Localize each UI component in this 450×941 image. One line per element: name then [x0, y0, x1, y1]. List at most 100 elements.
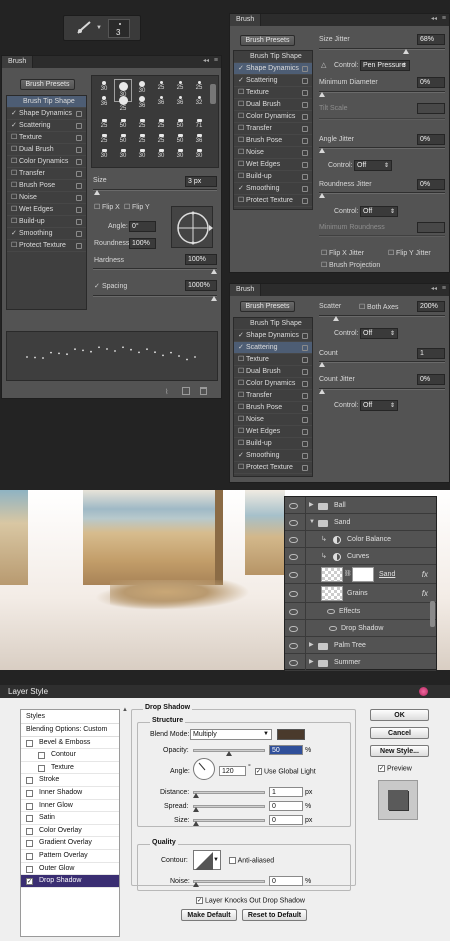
chevron-down-icon[interactable]: ▼ [96, 25, 102, 31]
visibility-eye-icon[interactable] [289, 571, 298, 578]
flip-x-jitter-checkbox[interactable]: ☐ Flip X Jitter [321, 249, 364, 257]
brush-tip-cell[interactable]: 25 [95, 132, 113, 147]
style-checkbox[interactable] [26, 827, 33, 835]
lock-icon[interactable] [302, 345, 308, 351]
layer-row[interactable]: Drop Shadow [285, 620, 436, 637]
angle-dial[interactable] [193, 758, 215, 780]
lock-icon[interactable] [302, 453, 308, 459]
lock-icon[interactable] [302, 393, 308, 399]
checkmark-icon[interactable]: ✓ [238, 75, 244, 87]
brush-option-item[interactable]: ✓ Smoothing [7, 228, 86, 240]
preview-checkbox[interactable]: ✓ Preview [378, 765, 412, 772]
brush-option-item[interactable]: ☐ Texture [234, 354, 312, 366]
brush-option-item[interactable]: ☐ Dual Brush [234, 366, 312, 378]
layers-scrollbar[interactable] [430, 601, 435, 627]
empty-checkbox-icon[interactable]: ☐ [238, 366, 244, 378]
brush-option-item[interactable]: ☐ Wet Edges [234, 426, 312, 438]
size-jitter-input[interactable]: 68% [417, 34, 445, 45]
spacing-input[interactable]: 1000% [185, 280, 217, 291]
empty-checkbox-icon[interactable]: ☐ [238, 87, 244, 99]
size-jitter-slider-thumb[interactable] [403, 49, 409, 54]
control-select[interactable]: Off ⇕ [360, 328, 398, 339]
scatter-slider-thumb[interactable] [333, 316, 339, 321]
style-checkbox[interactable] [26, 777, 33, 785]
style-item[interactable]: Color Overlay [21, 825, 119, 838]
empty-checkbox-icon[interactable]: ☐ [238, 390, 244, 402]
empty-checkbox-icon[interactable]: ☐ [238, 99, 244, 111]
size-slider[interactable] [93, 189, 217, 191]
brush-option-item[interactable]: ☐ Transfer [7, 168, 86, 180]
empty-checkbox-icon[interactable]: ☐ [238, 438, 244, 450]
lock-icon[interactable] [76, 135, 82, 141]
style-checkbox[interactable] [38, 764, 45, 772]
opacity-slider-thumb[interactable] [226, 751, 232, 756]
checkmark-icon[interactable]: ✓ [11, 120, 17, 132]
visibility-eye-icon[interactable] [289, 608, 298, 615]
empty-checkbox-icon[interactable]: ☐ [238, 123, 244, 135]
brush-tip-cell[interactable]: 30 [95, 147, 113, 162]
spread-input[interactable]: 0 [269, 801, 303, 811]
style-checkbox[interactable] [26, 815, 33, 823]
empty-checkbox-icon[interactable]: ☐ [11, 180, 17, 192]
brush-tip-cell[interactable]: 25 [133, 117, 151, 132]
brush-tip-cell[interactable]: 32 [190, 94, 208, 117]
visibility-eye-icon[interactable] [289, 536, 298, 543]
style-checkbox[interactable] [38, 752, 45, 760]
shadow-color-swatch[interactable] [277, 729, 305, 740]
brush-option-item[interactable]: ☐ Protect Texture [7, 240, 86, 252]
blending-options[interactable]: Blending Options: Custom [21, 724, 119, 737]
checkmark-icon[interactable]: ✓ [11, 228, 17, 240]
style-item[interactable]: Inner Shadow [21, 787, 119, 800]
style-item[interactable]: Contour [21, 749, 119, 762]
brush-option-item[interactable]: ✓ Scattering [234, 75, 312, 87]
size-slider-thumb[interactable] [193, 821, 199, 826]
layer-row[interactable]: ▶ Ball [285, 497, 436, 514]
visibility-eye-icon[interactable] [289, 519, 298, 526]
brush-presets-button[interactable]: Brush Presets [240, 35, 295, 46]
visibility-eye-icon[interactable] [289, 502, 298, 509]
tab-brush[interactable]: Brush [230, 14, 262, 26]
layer-row[interactable]: ⛓ Sand fx [285, 565, 436, 584]
count-slider-thumb[interactable] [319, 362, 325, 367]
style-checkbox[interactable] [26, 865, 33, 873]
brush-option-item[interactable]: ✓ Scattering [234, 342, 312, 354]
disclosure-closed-icon[interactable]: ▶ [309, 637, 314, 654]
size-input[interactable]: 0 [269, 815, 303, 825]
empty-checkbox-icon[interactable]: ☐ [11, 144, 17, 156]
knocks-out-checkbox[interactable]: ✓ Layer Knocks Out Drop Shadow [196, 897, 305, 904]
lock-icon[interactable] [302, 441, 308, 447]
mask-link-icon[interactable]: ⛓ [344, 565, 352, 584]
brush-option-item[interactable]: ☐ Noise [7, 192, 86, 204]
disclosure-closed-icon[interactable]: ▶ [309, 654, 314, 671]
empty-checkbox-icon[interactable]: ☐ [11, 168, 17, 180]
checkmark-icon[interactable]: ✓ [238, 342, 244, 354]
brush-option-item[interactable]: ☐ Transfer [234, 390, 312, 402]
brush-tip-cell[interactable]: 36 [95, 94, 113, 117]
brush-option-item[interactable]: ☐ Brush Pose [234, 135, 312, 147]
styles-header[interactable]: Styles [21, 710, 119, 724]
lock-icon[interactable] [302, 405, 308, 411]
distance-slider-thumb[interactable] [193, 793, 199, 798]
lock-icon[interactable] [302, 174, 308, 180]
checkmark-icon[interactable]: ✓ [238, 330, 244, 342]
brush-tip-cell[interactable]: 71 [190, 117, 208, 132]
brush-option-item[interactable]: Brush Tip Shape [234, 51, 312, 63]
layer-mask-thumbnail[interactable] [352, 567, 374, 582]
visibility-eye-icon[interactable] [289, 625, 298, 632]
roundness-jitter-input[interactable]: 0% [417, 179, 445, 190]
layer-row[interactable]: ▶ Palm Tree [285, 637, 436, 654]
brush-option-item[interactable]: ☐ Protect Texture [234, 195, 312, 207]
lock-icon[interactable] [302, 66, 308, 72]
lock-icon[interactable] [302, 429, 308, 435]
lock-icon[interactable] [76, 219, 82, 225]
lock-icon[interactable] [76, 111, 82, 117]
effect-eye-icon[interactable] [329, 625, 337, 631]
brush-tip-cell[interactable]: 30 [190, 147, 208, 162]
brush-tip-cell[interactable]: 30 [152, 147, 170, 162]
style-checkbox[interactable] [26, 789, 33, 797]
lock-icon[interactable] [302, 381, 308, 387]
panel-menu-icon[interactable]: ≡ [442, 285, 446, 292]
empty-checkbox-icon[interactable]: ☐ [11, 240, 17, 252]
effects-eye-icon[interactable] [327, 608, 335, 614]
brush-option-item[interactable]: ☐ Texture [7, 132, 86, 144]
